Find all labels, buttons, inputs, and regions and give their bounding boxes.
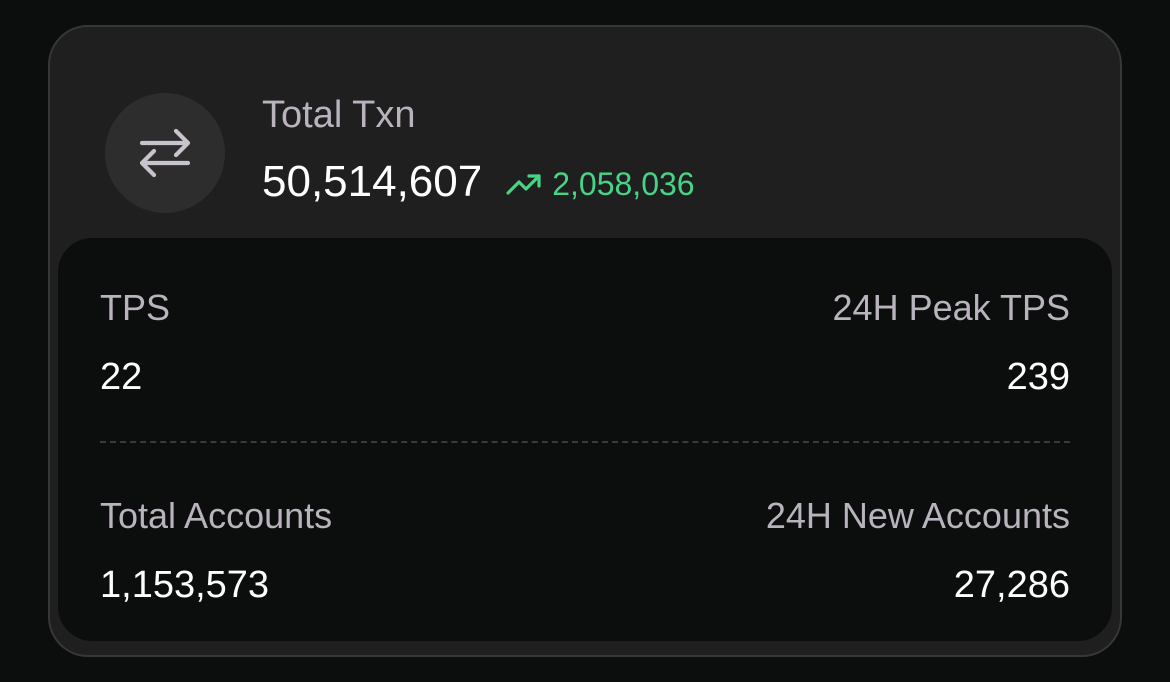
total-txn-header: Total Txn 50,514,607 2,058,036 bbox=[50, 27, 1120, 239]
stats-panel: TPS 22 24H Peak TPS 239 Total Accounts 1… bbox=[58, 238, 1112, 641]
total-accounts-value: 1,153,573 bbox=[100, 564, 270, 606]
txn-icon-badge bbox=[105, 93, 225, 213]
tps-value: 22 bbox=[100, 356, 143, 398]
new-accounts-value: 27,286 bbox=[953, 564, 1070, 606]
peak-tps-value: 239 bbox=[1006, 356, 1070, 398]
txn-change-value: 2,058,036 bbox=[552, 166, 695, 202]
new-accounts-label: 24H New Accounts bbox=[765, 495, 1070, 536]
txn-change: 2,058,036 bbox=[506, 164, 695, 204]
total-txn-value: 50,514,607 bbox=[262, 157, 483, 206]
peak-tps-label: 24H Peak TPS bbox=[832, 287, 1070, 328]
total-txn-label: Total Txn bbox=[262, 94, 416, 136]
network-stats-card: Total Txn 50,514,607 2,058,036 TPS 22 24… bbox=[48, 25, 1122, 657]
total-txn-row: 50,514,607 2,058,036 bbox=[262, 155, 695, 209]
stats-divider bbox=[100, 441, 1070, 443]
trending-up-icon bbox=[506, 172, 542, 196]
arrows-exchange-icon bbox=[139, 128, 191, 178]
total-accounts-label: Total Accounts bbox=[100, 495, 333, 536]
tps-label: TPS bbox=[100, 287, 171, 328]
